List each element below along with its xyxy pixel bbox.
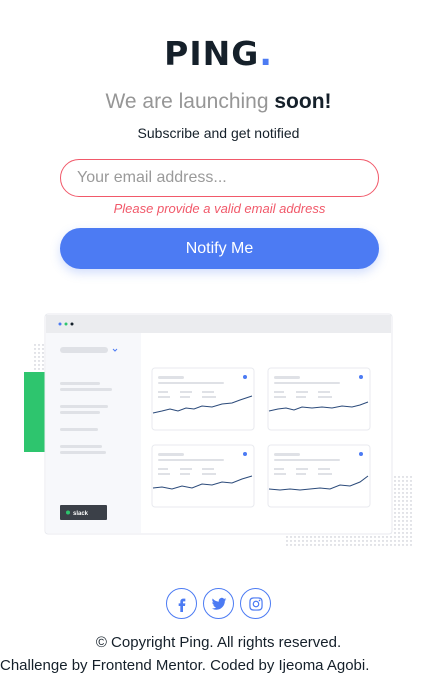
slack-icon [66, 510, 70, 515]
page-headline: We are launching soon! [0, 90, 437, 114]
facebook-link[interactable] [166, 588, 197, 619]
social-links [0, 588, 437, 619]
dashboard-sidebar [46, 333, 141, 533]
dashboard-illustration: slack [24, 313, 414, 548]
chart-card [267, 444, 371, 508]
email-input[interactable] [60, 159, 379, 197]
chart-card [267, 367, 371, 431]
window-dot [64, 322, 68, 326]
headline-lead: We are launching [105, 90, 275, 113]
sidebar-dropdown [60, 347, 108, 353]
chart-card [151, 444, 255, 508]
slack-badge-label: slack [73, 511, 89, 517]
instagram-link[interactable] [240, 588, 271, 619]
logo-text: PING [164, 34, 260, 73]
chart-card [151, 367, 255, 431]
twitter-icon [211, 597, 226, 610]
logo-dot: . [259, 34, 273, 73]
instagram-icon [248, 596, 263, 611]
email-error-message: Please provide a valid email address [113, 201, 326, 216]
window-titlebar [46, 315, 391, 333]
attribution-text: Challenge by Frontend Mentor. Coded by I… [0, 657, 370, 674]
twitter-link[interactable] [203, 588, 234, 619]
notify-me-button[interactable]: Notify Me [60, 228, 379, 269]
facebook-icon [178, 598, 185, 612]
window-dot [70, 322, 74, 326]
subheading: Subscribe and get notified [137, 125, 300, 141]
copyright-text: © Copyright Ping. All rights reserved. [95, 634, 342, 651]
window-dot [58, 322, 62, 326]
headline-emphasis: soon! [274, 90, 332, 113]
logo: PING. [0, 34, 437, 73]
